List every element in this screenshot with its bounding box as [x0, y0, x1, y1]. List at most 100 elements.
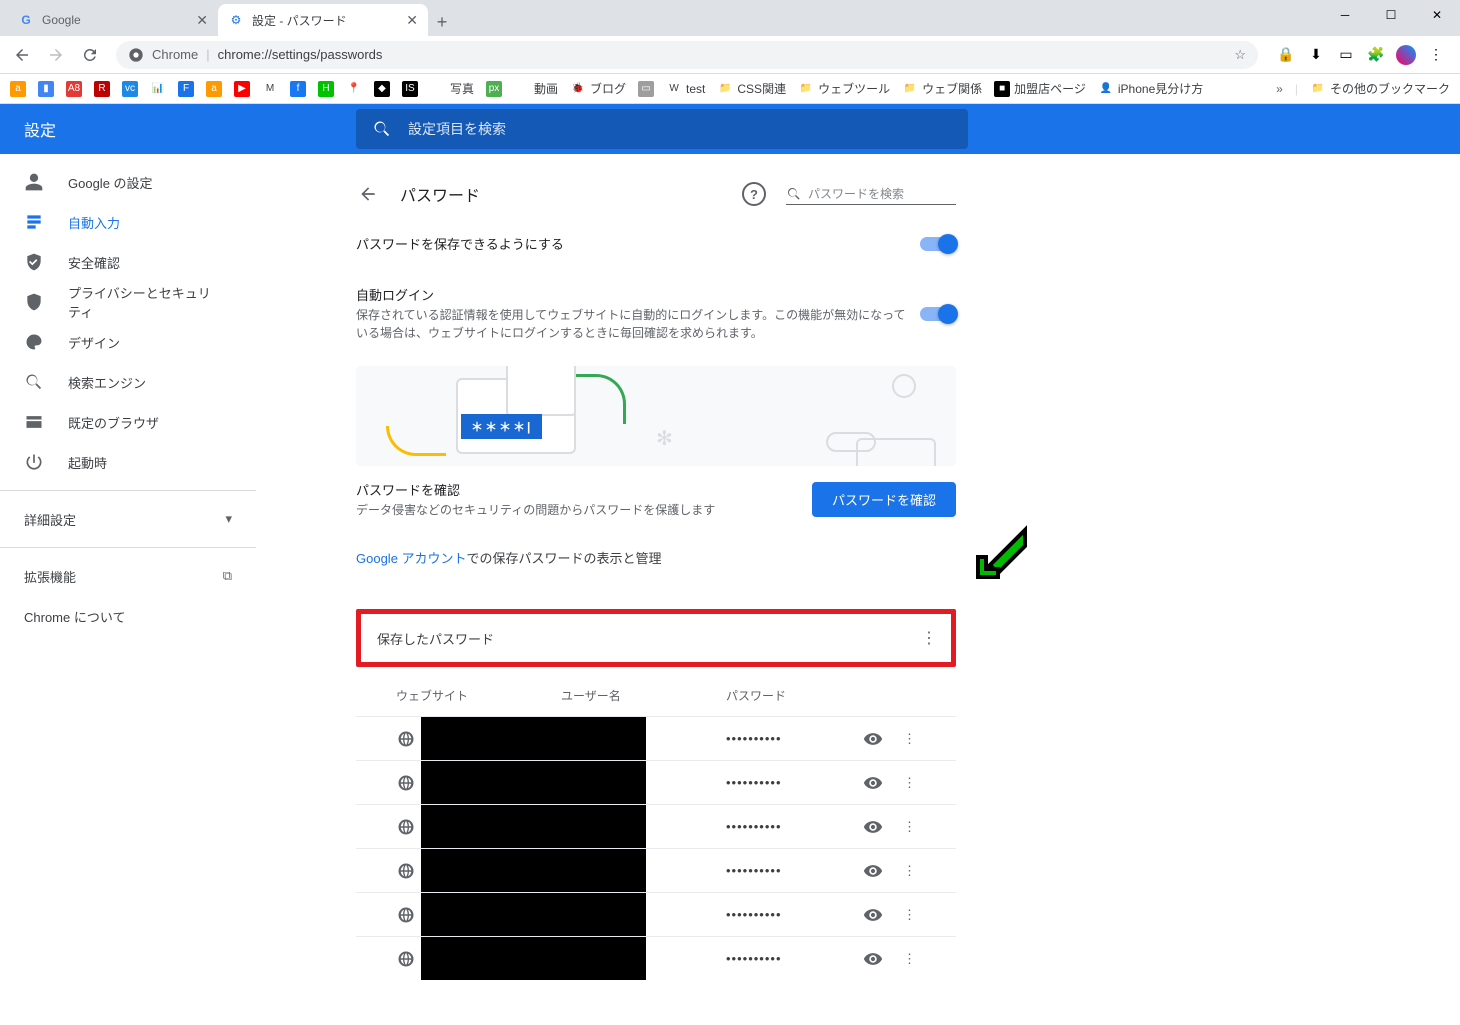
sidebar-item-privacy[interactable]: プライバシーとセキュリティ — [0, 282, 240, 322]
more-vert-icon[interactable]: ⋮ — [921, 628, 935, 648]
show-password-icon[interactable] — [863, 861, 883, 881]
check-passwords-button[interactable]: パスワードを確認 — [812, 482, 956, 517]
bookmark-star-icon[interactable]: ☆ — [1234, 47, 1246, 63]
bookmark-item[interactable]: Wtest — [666, 81, 705, 97]
bookmark-item[interactable]: ▭ — [638, 81, 654, 97]
bookmark-item[interactable]: a — [10, 81, 26, 97]
bookmark-item[interactable]: px — [486, 81, 502, 97]
help-icon[interactable]: ? — [742, 182, 766, 206]
password-row[interactable]: •••••••••• ⋮ — [356, 716, 956, 760]
bookmark-favicon: 📁 — [902, 81, 918, 97]
settings-search-input[interactable] — [408, 121, 952, 137]
annotation-arrow — [970, 525, 1030, 585]
sidebar-item-google[interactable]: Google の設定 — [0, 162, 240, 202]
password-search[interactable] — [786, 184, 956, 205]
window-controls: ─ ☐ ✕ — [1322, 0, 1460, 30]
forward-button[interactable] — [42, 41, 70, 69]
show-password-icon[interactable] — [863, 949, 883, 969]
bookmark-item[interactable]: 写真 — [430, 80, 474, 97]
sidebar-item-search[interactable]: 検索エンジン — [0, 362, 240, 402]
show-password-icon[interactable] — [863, 817, 883, 837]
bookmark-item[interactable]: ▶ — [234, 81, 250, 97]
reload-button[interactable] — [76, 41, 104, 69]
globe-icon — [396, 949, 416, 969]
bookmark-item[interactable]: 📊 — [150, 81, 166, 97]
bookmark-item[interactable]: 📁ウェブ関係 — [902, 80, 982, 97]
chrome-menu-icon[interactable]: ⋮ — [1426, 45, 1446, 65]
bookmark-item[interactable]: IS — [402, 81, 418, 97]
sidebar-item-appearance[interactable]: デザイン — [0, 322, 240, 362]
auto-signin-desc: 保存されている認証情報を使用してウェブサイトに自動的にログインします。この機能が… — [356, 306, 908, 342]
bookmark-item[interactable]: 📁ウェブツール — [798, 80, 890, 97]
sidebar-item-safety[interactable]: 安全確認 — [0, 242, 240, 282]
bookmark-item[interactable]: a — [206, 81, 222, 97]
more-vert-icon[interactable]: ⋮ — [903, 819, 916, 835]
password-search-input[interactable] — [808, 187, 948, 201]
offer-save-label: パスワードを保存できるようにする — [356, 234, 908, 253]
password-row[interactable]: •••••••••• ⋮ — [356, 936, 956, 980]
close-icon[interactable]: ✕ — [196, 12, 208, 29]
settings-search-box[interactable] — [356, 109, 968, 149]
url-scheme: Chrome — [152, 47, 198, 62]
show-password-icon[interactable] — [863, 729, 883, 749]
password-row[interactable]: •••••••••• ⋮ — [356, 804, 956, 848]
sidebar-item-default-browser[interactable]: 既定のブラウザ — [0, 402, 240, 442]
close-icon[interactable]: ✕ — [406, 12, 418, 29]
bookmark-item[interactable]: vc — [122, 81, 138, 97]
show-password-icon[interactable] — [863, 905, 883, 925]
bookmark-item[interactable]: R — [94, 81, 110, 97]
bookmark-item[interactable]: 📍 — [346, 81, 362, 97]
password-row[interactable]: •••••••••• ⋮ — [356, 892, 956, 936]
more-vert-icon[interactable]: ⋮ — [903, 863, 916, 879]
auto-signin-toggle[interactable] — [920, 307, 956, 321]
password-illustration: ＊＊＊＊| ✻ — [356, 366, 956, 466]
show-password-icon[interactable] — [863, 773, 883, 793]
bookmark-item[interactable]: ■加盟店ページ — [994, 80, 1086, 97]
sidebar-item-autofill[interactable]: 自動入力 — [0, 202, 240, 242]
bookmark-item[interactable]: M — [262, 81, 278, 97]
bookmark-item[interactable]: ◆ — [374, 81, 390, 97]
bookmark-item[interactable]: ▮ — [38, 81, 54, 97]
minimize-button[interactable]: ─ — [1322, 0, 1368, 30]
browser-tab-google[interactable]: G Google ✕ — [8, 4, 218, 36]
bookmark-item[interactable]: H — [318, 81, 334, 97]
bookmark-favicon: f — [290, 81, 306, 97]
sidebar-item-startup[interactable]: 起動時 — [0, 442, 240, 482]
sidebar-about[interactable]: Chrome について — [0, 596, 256, 636]
bookmarks-overflow[interactable]: » — [1276, 82, 1283, 96]
password-row[interactable]: •••••••••• ⋮ — [356, 760, 956, 804]
extension-icon[interactable]: 🔒 — [1276, 45, 1296, 65]
profile-avatar[interactable] — [1396, 45, 1416, 65]
shield-check-icon — [24, 252, 44, 272]
address-bar[interactable]: Chrome | chrome://settings/passwords ☆ — [116, 41, 1258, 69]
settings-favicon: ⚙ — [228, 12, 244, 28]
browser-tab-settings[interactable]: ⚙ 設定 - パスワード ✕ — [218, 4, 428, 36]
extensions-puzzle-icon[interactable]: 🧩 — [1366, 45, 1386, 65]
bookmark-item[interactable]: 👤iPhone見分け方 — [1098, 80, 1203, 97]
bookmark-item[interactable]: f — [290, 81, 306, 97]
page-back-button[interactable] — [356, 182, 380, 206]
other-bookmarks[interactable]: 📁 その他のブックマーク — [1310, 80, 1450, 97]
back-button[interactable] — [8, 41, 36, 69]
offer-save-toggle[interactable] — [920, 237, 956, 251]
google-account-link[interactable]: Google アカウント — [356, 551, 467, 566]
bookmark-item[interactable]: 🐞ブログ — [570, 80, 626, 97]
more-vert-icon[interactable]: ⋮ — [903, 907, 916, 923]
bookmark-favicon: ▮ — [38, 81, 54, 97]
bookmark-item[interactable]: 動画 — [514, 80, 558, 97]
new-tab-button[interactable]: + — [428, 8, 456, 36]
bookmark-item[interactable]: F — [178, 81, 194, 97]
bookmark-item[interactable]: 📁CSS関連 — [717, 80, 786, 97]
sidebar-advanced[interactable]: 詳細設定▾ — [0, 499, 256, 539]
more-vert-icon[interactable]: ⋮ — [903, 951, 916, 967]
download-icon[interactable]: ⬇ — [1306, 45, 1326, 65]
bookmark-item[interactable]: A8 — [66, 81, 82, 97]
password-row[interactable]: •••••••••• ⋮ — [356, 848, 956, 892]
maximize-button[interactable]: ☐ — [1368, 0, 1414, 30]
extension-icon[interactable]: ▭ — [1336, 45, 1356, 65]
close-window-button[interactable]: ✕ — [1414, 0, 1460, 30]
globe-icon — [396, 861, 416, 881]
sidebar-extensions[interactable]: 拡張機能⧉ — [0, 556, 256, 596]
more-vert-icon[interactable]: ⋮ — [903, 731, 916, 747]
more-vert-icon[interactable]: ⋮ — [903, 775, 916, 791]
